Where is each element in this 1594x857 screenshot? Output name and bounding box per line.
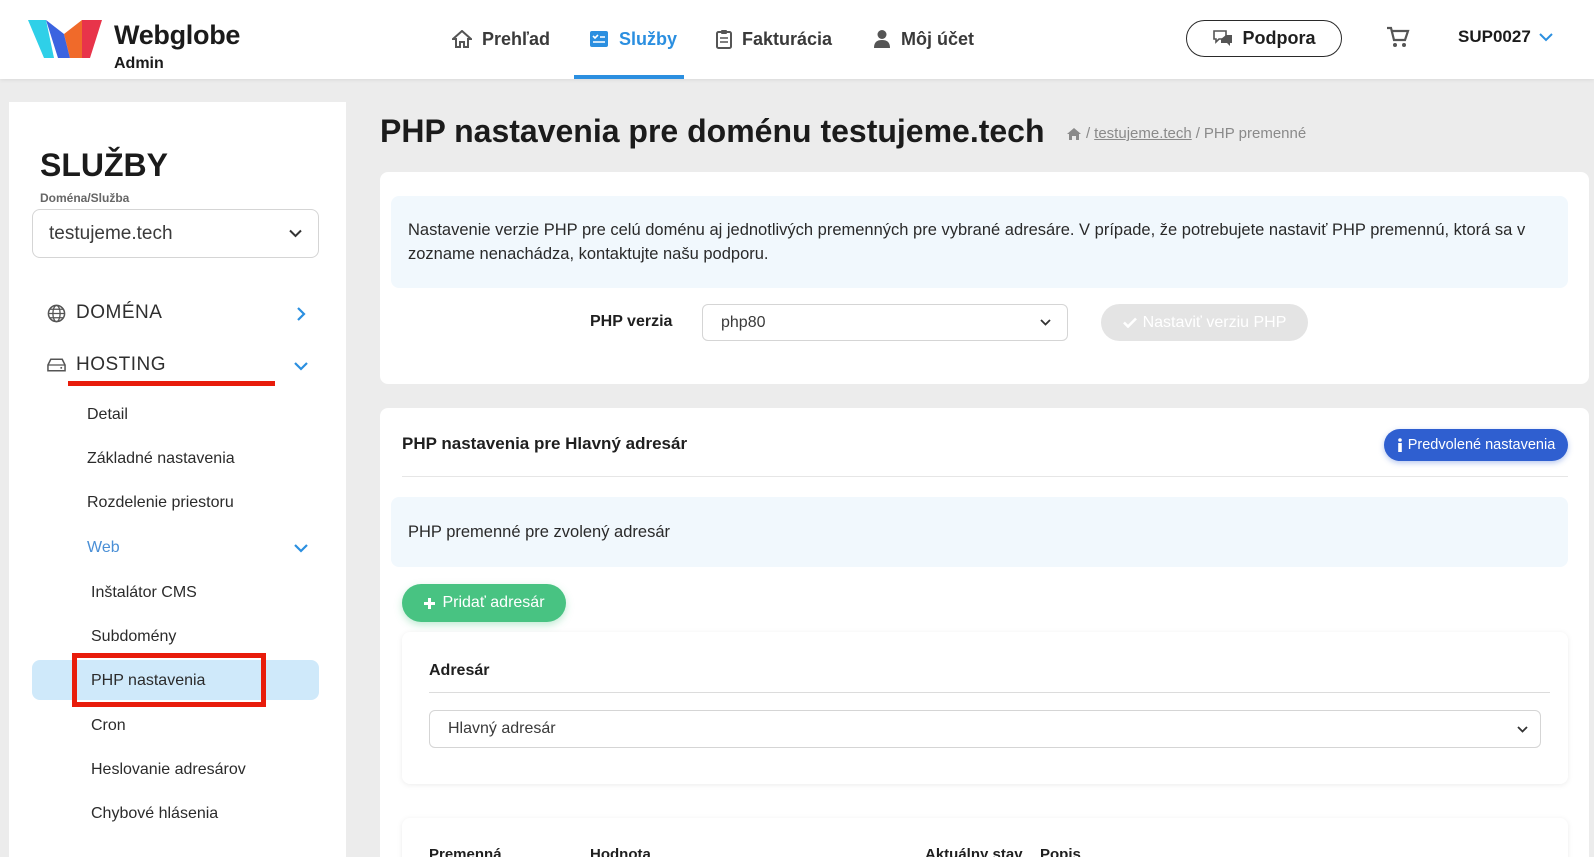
breadcrumb-link-domain[interactable]: testujeme.tech bbox=[1094, 125, 1192, 142]
chevron-down-icon bbox=[1517, 725, 1528, 733]
sidebar-link-heslovanie-adresarov[interactable]: Heslovanie adresárov bbox=[91, 761, 246, 779]
sidebar-link-web[interactable]: Web bbox=[87, 539, 120, 557]
cart-icon[interactable] bbox=[1386, 25, 1410, 49]
chevron-down-icon bbox=[1539, 33, 1553, 42]
default-settings-label: Predvolené nastavenia bbox=[1407, 437, 1556, 453]
brand-name: Webglobe bbox=[114, 20, 241, 50]
sidebar-section-label: DOMÉNA bbox=[76, 302, 163, 323]
nav-label: Služby bbox=[619, 28, 678, 49]
domain-select[interactable]: testujeme.tech bbox=[32, 209, 319, 258]
php-version-value: php80 bbox=[721, 313, 766, 331]
php-info-box: Nastavenie verzie PHP pre celú doménu aj… bbox=[391, 196, 1568, 288]
user-icon bbox=[874, 30, 890, 48]
vars-info-text: PHP premenné pre zvolený adresár bbox=[408, 523, 671, 541]
chevron-down-icon bbox=[289, 229, 302, 238]
set-php-version-label: Nastaviť verziu PHP bbox=[1142, 313, 1287, 331]
plus-icon bbox=[424, 597, 436, 609]
globe-icon bbox=[47, 304, 66, 322]
nav-label: Môj účet bbox=[901, 28, 975, 49]
table-header-aktualny-stav: Aktuálny stav bbox=[925, 846, 1023, 857]
sidebar-title: SLUŽBY bbox=[40, 147, 168, 183]
nav-prehlad[interactable]: Prehľad bbox=[452, 27, 550, 51]
section-divider bbox=[402, 476, 1568, 477]
sidebar-link-detail[interactable]: Detail bbox=[87, 406, 128, 424]
add-directory-button[interactable]: Pridať adresár bbox=[402, 584, 566, 622]
breadcrumb-separator: / bbox=[1195, 125, 1200, 142]
php-nastavenia-highlight-box bbox=[72, 653, 266, 707]
clipboard-icon bbox=[716, 30, 732, 49]
nav-sluzby[interactable]: Služby bbox=[589, 27, 677, 51]
directory-select[interactable]: Hlavný adresár bbox=[429, 710, 1541, 748]
breadcrumb-current: PHP premenné bbox=[1203, 125, 1307, 142]
directory-label: Adresár bbox=[429, 662, 490, 679]
php-info-text: Nastavenie verzie PHP pre celú doménu aj… bbox=[408, 221, 1526, 263]
sidebar-section-hosting[interactable]: HOSTING bbox=[47, 353, 166, 377]
chevron-down-icon bbox=[1040, 319, 1051, 326]
table-header-popis: Popis bbox=[1040, 846, 1081, 857]
add-directory-label: Pridať adresár bbox=[442, 594, 545, 611]
server-icon bbox=[47, 358, 66, 372]
php-version-select[interactable]: php80 bbox=[702, 304, 1068, 341]
set-php-version-button[interactable]: Nastaviť verziu PHP bbox=[1101, 304, 1308, 341]
breadcrumb: / testujeme.tech / PHP premenné bbox=[1066, 125, 1306, 142]
table-header-premenna: Premenná bbox=[429, 846, 502, 857]
sidebar-link-cron[interactable]: Cron bbox=[91, 717, 126, 735]
top-bar: Webglobe Admin Prehľad Služby Fakturácia… bbox=[0, 0, 1594, 79]
directory-card bbox=[402, 632, 1568, 784]
home-icon bbox=[452, 30, 472, 48]
info-icon bbox=[1397, 438, 1402, 452]
chevron-right-icon[interactable] bbox=[293, 306, 309, 322]
nav-label: Prehľad bbox=[482, 28, 550, 49]
sidebar-section-label: HOSTING bbox=[76, 354, 167, 375]
sidebar-link-rozdelenie-priestoru[interactable]: Rozdelenie priestoru bbox=[87, 494, 234, 512]
home-icon[interactable] bbox=[1066, 127, 1082, 141]
support-label: Podpora bbox=[1242, 28, 1316, 48]
services-icon bbox=[590, 31, 608, 47]
vars-info-box: PHP premenné pre zvolený adresár bbox=[391, 497, 1568, 567]
directory-value: Hlavný adresár bbox=[448, 720, 556, 737]
sidebar-link-chybove-hlasenia[interactable]: Chybové hlásenia bbox=[91, 805, 218, 823]
support-button[interactable]: Podpora bbox=[1186, 20, 1342, 57]
nav-label: Fakturácia bbox=[742, 28, 833, 49]
directory-divider bbox=[429, 692, 1550, 693]
nav-fakturacia[interactable]: Fakturácia bbox=[716, 27, 832, 51]
sidebar: SLUŽBY Doména/Služba testujeme.tech DOMÉ… bbox=[9, 102, 346, 857]
sidebar-section-domena[interactable]: DOMÉNA bbox=[47, 301, 162, 325]
chevron-down-icon[interactable] bbox=[293, 540, 309, 556]
page-title: PHP nastavenia pre doménu testujeme.tech bbox=[380, 113, 1045, 149]
sidebar-link-instalator-cms[interactable]: Inštalátor CMS bbox=[91, 584, 197, 602]
brand-subtitle: Admin bbox=[114, 55, 164, 72]
account-menu[interactable]: SUP0027 bbox=[1458, 27, 1553, 47]
nav-moj-ucet[interactable]: Môj účet bbox=[873, 27, 974, 51]
breadcrumb-separator: / bbox=[1086, 125, 1091, 142]
chat-icon bbox=[1213, 29, 1233, 46]
php-settings-title: PHP nastavenia pre Hlavný adresár bbox=[402, 434, 688, 453]
hosting-highlight-underline bbox=[68, 381, 275, 386]
domain-select-label: Doména/Služba bbox=[40, 191, 130, 205]
default-settings-button[interactable]: Predvolené nastavenia bbox=[1384, 429, 1568, 461]
sidebar-link-zakladne-nastavenia[interactable]: Základné nastavenia bbox=[87, 450, 235, 468]
webglobe-logo[interactable] bbox=[26, 14, 104, 62]
php-version-label: PHP verzia bbox=[590, 313, 673, 330]
check-icon bbox=[1122, 317, 1137, 328]
sidebar-link-subdomeny[interactable]: Subdomény bbox=[91, 628, 176, 646]
account-id: SUP0027 bbox=[1458, 27, 1531, 46]
domain-select-value: testujeme.tech bbox=[49, 222, 173, 244]
table-header-hodnota: Hodnota bbox=[590, 846, 651, 857]
active-nav-indicator bbox=[574, 75, 684, 79]
chevron-down-icon[interactable] bbox=[293, 358, 309, 374]
